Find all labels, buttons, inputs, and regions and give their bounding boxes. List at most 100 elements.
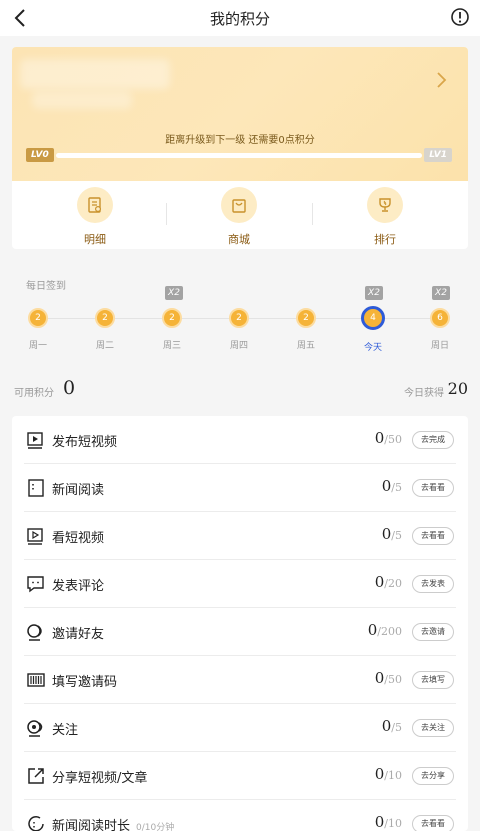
task-subtitle: 0/10分钟 xyxy=(136,823,175,831)
shortcut-rank[interactable]: 排行 xyxy=(330,187,440,247)
task-name: 新闻阅读 xyxy=(52,483,105,498)
task-action-button[interactable]: 去看看 xyxy=(412,527,454,545)
task-name: 填写邀请码 xyxy=(52,675,118,690)
coin-icon: 2 xyxy=(162,308,182,328)
task-name: 分享短视频/文章 xyxy=(52,771,148,786)
multiplier-badge: X2 xyxy=(165,286,183,300)
user-sub-blurred xyxy=(32,91,132,109)
task-list: 发布短视频 0/50 去完成 新闻阅读 0/5 去看看 看短视频 0/5 去看看 xyxy=(12,416,468,831)
coin-icon: 2 xyxy=(95,308,115,328)
task-action-button[interactable]: 去填写 xyxy=(412,671,454,689)
top-bar: 我的积分 xyxy=(0,0,480,36)
detail-icon xyxy=(77,187,113,223)
task-row: 看短视频 0/5 去看看 xyxy=(12,512,468,560)
multiplier-badge: X2 xyxy=(365,286,383,300)
task-progress: 0/5 xyxy=(381,717,402,735)
task-row: 邀请好友 0/200 去邀请 xyxy=(12,608,468,656)
shop-icon xyxy=(221,187,257,223)
task-progress: 0/200 xyxy=(367,621,402,639)
day-label: 今天 xyxy=(363,343,382,353)
shortcut-label: 排行 xyxy=(374,233,396,246)
today-points-value: 20 xyxy=(447,379,468,398)
task-action-button[interactable]: 去邀请 xyxy=(412,623,454,641)
task-row: 新闻阅读 0/5 去看看 xyxy=(12,464,468,512)
task-name: 看短视频 xyxy=(52,531,105,546)
task-action-button[interactable]: 去发表 xyxy=(412,575,454,593)
shortcut-shop[interactable]: 商城 xyxy=(184,187,294,247)
reading-time-icon xyxy=(28,816,44,831)
task-progress: 0/50 xyxy=(374,669,402,687)
daily-signin: 每日签到 X2 X2 X2 2 周一 2 周二 2 周三 2 周四 2 周五 4… xyxy=(12,262,468,362)
coin-icon: 6 xyxy=(430,308,450,328)
task-row: 新闻阅读时长 0/10分钟 0/10 去看看 xyxy=(12,800,468,831)
signin-day: 6 周日 xyxy=(420,308,460,358)
task-progress: 0/10 xyxy=(374,813,402,831)
user-info-blurred xyxy=(20,59,170,89)
coin-icon: 2 xyxy=(296,308,316,328)
task-row: 发布短视频 0/50 去完成 xyxy=(12,416,468,464)
task-name: 关注 xyxy=(52,723,79,738)
current-level-badge: LV0 xyxy=(26,148,54,162)
info-icon[interactable] xyxy=(450,7,470,27)
barcode-icon xyxy=(27,673,45,687)
today-points-label: 今日获得 xyxy=(404,388,444,399)
task-progress: 0/20 xyxy=(374,573,402,591)
signin-day: 2 周一 xyxy=(18,308,58,358)
task-progress: 0/10 xyxy=(374,765,402,783)
task-progress: 0/50 xyxy=(374,429,402,447)
level-progress-bar xyxy=(56,153,422,158)
signin-day: 2 周四 xyxy=(219,308,259,358)
comment-icon xyxy=(27,576,44,593)
coin-icon: 2 xyxy=(229,308,249,328)
signin-day: 2 周五 xyxy=(286,308,326,358)
share-icon xyxy=(28,768,44,784)
day-label: 周五 xyxy=(296,341,315,351)
coin-icon: 4 xyxy=(361,306,385,330)
level-panel: 距离升级到下一级 还需要0点积分 LV0 LV1 明细 商城 排行 xyxy=(12,47,468,249)
signin-day-today[interactable]: 4 今天 xyxy=(353,306,393,358)
task-action-button[interactable]: 去看看 xyxy=(412,815,454,831)
publish-video-icon xyxy=(27,432,43,449)
task-progress: 0/5 xyxy=(381,525,402,543)
task-row: 发表评论 0/20 去发表 xyxy=(12,560,468,608)
shortcut-label: 明细 xyxy=(84,233,106,246)
divider xyxy=(166,203,167,225)
level-progress-text: 距离升级到下一级 还需要0点积分 xyxy=(165,135,315,146)
multiplier-badge: X2 xyxy=(432,286,450,300)
task-name: 发布短视频 xyxy=(52,435,118,450)
page-title: 我的积分 xyxy=(209,10,270,28)
divider xyxy=(312,203,313,225)
task-action-button[interactable]: 去关注 xyxy=(412,719,454,737)
news-read-icon xyxy=(28,479,44,497)
task-row: 填写邀请码 0/50 去填写 xyxy=(12,656,468,704)
available-points-value: 0 xyxy=(63,377,76,399)
task-progress: 0/5 xyxy=(381,477,402,495)
shortcut-label: 商城 xyxy=(228,233,250,246)
task-name: 发表评论 xyxy=(52,579,105,594)
task-row: 分享短视频/文章 0/10 去分享 xyxy=(12,752,468,800)
task-row: 关注 0/5 去关注 xyxy=(12,704,468,752)
follow-icon xyxy=(27,720,43,737)
shortcut-detail[interactable]: 明细 xyxy=(40,187,150,247)
day-label: 周一 xyxy=(28,341,47,351)
chevron-right-icon[interactable] xyxy=(434,71,448,89)
level-card[interactable]: 距离升级到下一级 还需要0点积分 LV0 LV1 xyxy=(12,47,468,181)
signin-day: 2 周三 xyxy=(152,308,192,358)
coin-icon: 2 xyxy=(28,308,48,328)
next-level-badge: LV1 xyxy=(424,148,452,162)
day-label: 周四 xyxy=(229,341,248,351)
task-action-button[interactable]: 去分享 xyxy=(412,767,454,785)
day-label: 周三 xyxy=(162,341,181,351)
trophy-icon xyxy=(367,187,403,223)
signin-day: 2 周二 xyxy=(85,308,125,358)
task-name: 新闻阅读时长 0/10分钟 xyxy=(52,819,175,831)
available-points-label: 可用积分 xyxy=(14,388,54,399)
day-label: 周二 xyxy=(95,341,114,351)
task-name: 邀请好友 xyxy=(52,627,105,642)
invite-icon xyxy=(27,624,42,641)
task-action-button[interactable]: 去看看 xyxy=(412,479,454,497)
day-label: 周日 xyxy=(430,341,449,351)
signin-title: 每日签到 xyxy=(26,281,66,292)
watch-video-icon xyxy=(27,528,43,545)
task-action-button[interactable]: 去完成 xyxy=(412,431,454,449)
